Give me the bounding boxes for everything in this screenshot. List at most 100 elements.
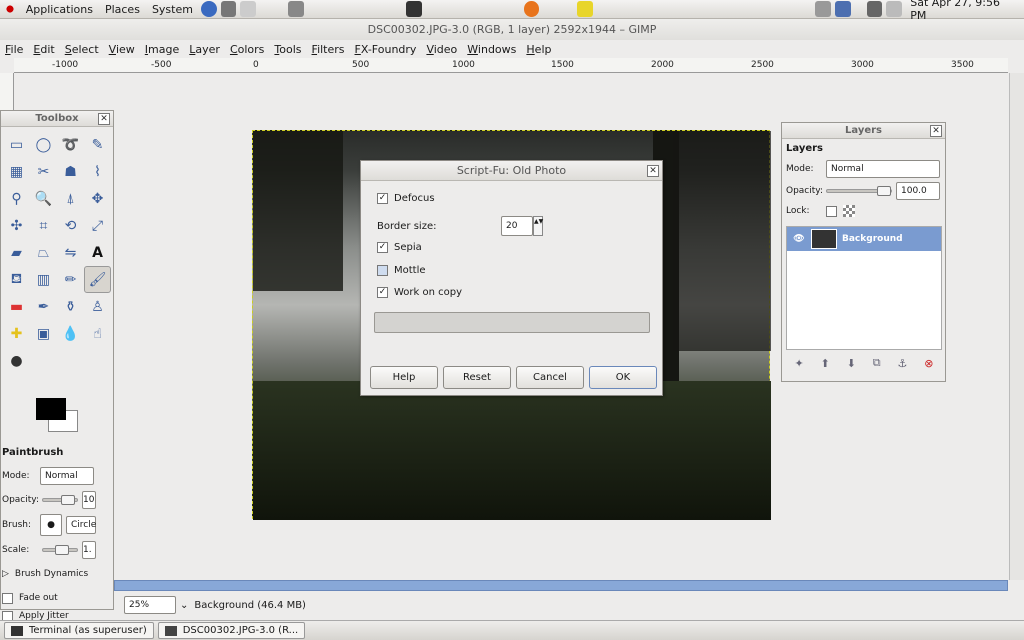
menu-filters[interactable]: Filters — [307, 43, 350, 56]
work-on-copy-row[interactable]: ✓ Work on copy — [377, 287, 462, 298]
task-terminal[interactable]: Terminal (as superuser) — [4, 622, 154, 639]
save-icon[interactable] — [288, 1, 304, 17]
menu-image[interactable]: Image — [140, 43, 184, 56]
paths-icon[interactable]: ⌇ — [84, 158, 111, 185]
paintbrush-icon[interactable]: 🖌 — [84, 266, 111, 293]
scale-icon[interactable]: ⤢ — [84, 212, 111, 239]
horizontal-ruler[interactable]: -1000 -500 0 500 1000 1500 2000 2500 300… — [14, 58, 1008, 73]
ellipse-select-icon[interactable]: ◯ — [30, 131, 57, 158]
dodge-burn-icon[interactable]: ● — [3, 347, 30, 374]
opacity-slider[interactable] — [42, 495, 78, 505]
sepia-checkbox[interactable]: ✓ — [377, 242, 388, 253]
heal-icon[interactable]: ✚ — [3, 320, 30, 347]
lower-layer-icon[interactable]: ⬇ — [847, 357, 856, 370]
blend-icon[interactable]: ▥ — [30, 266, 57, 293]
layers-opacity-value[interactable]: 100.0 — [896, 182, 940, 200]
anchor-layer-icon[interactable]: ⚓ — [898, 357, 908, 370]
menu-tools[interactable]: Tools — [269, 43, 306, 56]
close-icon[interactable]: ✕ — [647, 165, 659, 177]
duplicate-layer-icon[interactable]: ⧉ — [873, 356, 881, 370]
cancel-button[interactable]: Cancel — [516, 366, 584, 389]
shear-icon[interactable]: ▰ — [3, 239, 30, 266]
opacity-value[interactable]: 10 — [82, 491, 96, 509]
clone-icon[interactable]: ♙ — [84, 293, 111, 320]
flip-icon[interactable]: ⇋ — [57, 239, 84, 266]
applications-menu[interactable]: Applications — [20, 3, 99, 16]
debian-icon[interactable] — [2, 1, 18, 17]
menu-video[interactable]: Video — [421, 43, 462, 56]
firefox-icon[interactable] — [523, 1, 540, 17]
menu-windows[interactable]: Windows — [462, 43, 521, 56]
fuzzy-select-icon[interactable]: ✎ — [84, 131, 111, 158]
menu-fx-foundry[interactable]: FX-Foundry — [350, 43, 422, 56]
pencil-icon[interactable]: ✏ — [57, 266, 84, 293]
eraser-icon[interactable]: ▬ — [3, 293, 30, 320]
web-browser-icon[interactable] — [200, 1, 217, 17]
menu-file[interactable]: File — [0, 43, 28, 56]
scale-slider[interactable] — [42, 545, 78, 555]
help-button[interactable]: Help — [370, 366, 438, 389]
vertical-scrollbar[interactable] — [1009, 73, 1024, 580]
color-picker-icon[interactable]: ⚲ — [3, 185, 30, 212]
bucket-fill-icon[interactable]: ⛾ — [3, 266, 30, 293]
lock-pixels-checkbox[interactable] — [826, 205, 837, 217]
perspective-icon[interactable]: ⏢ — [30, 239, 57, 266]
layers-mode-select[interactable]: Normal — [826, 160, 940, 178]
chevron-down-icon[interactable]: ⌄ — [180, 600, 188, 611]
update-icon[interactable] — [886, 1, 903, 17]
raise-layer-icon[interactable]: ⬆ — [821, 357, 830, 370]
terminal-icon[interactable] — [405, 1, 422, 17]
foreground-color-swatch[interactable] — [36, 398, 66, 420]
fade-out-row[interactable]: Fade out — [2, 586, 110, 610]
smudge-icon[interactable]: ☝ — [84, 320, 111, 347]
defocus-row[interactable]: ✓ Defocus — [377, 193, 435, 204]
fade-out-checkbox[interactable] — [2, 592, 13, 604]
text-icon[interactable]: A — [84, 239, 111, 266]
sepia-row[interactable]: ✓ Sepia — [377, 242, 422, 253]
defocus-checkbox[interactable]: ✓ — [377, 193, 388, 204]
menu-edit[interactable]: Edit — [28, 43, 59, 56]
menu-layer[interactable]: Layer — [184, 43, 225, 56]
rotate-icon[interactable]: ⟲ — [57, 212, 84, 239]
move-icon[interactable]: ✥ — [84, 185, 111, 212]
crop-icon[interactable]: ⌗ — [30, 212, 57, 239]
close-icon[interactable]: ✕ — [98, 113, 110, 125]
scissors-icon[interactable]: ✂ — [30, 158, 57, 185]
brush-preview[interactable]: ● — [40, 514, 62, 536]
display-icon[interactable] — [834, 1, 851, 17]
foreground-select-icon[interactable]: ☗ — [57, 158, 84, 185]
reset-button[interactable]: Reset — [443, 366, 511, 389]
close-icon[interactable]: ✕ — [930, 125, 942, 137]
border-size-input[interactable]: 20 — [501, 216, 533, 236]
ok-button[interactable]: OK — [589, 366, 657, 389]
brush-dynamics-expander[interactable]: ▷ Brush Dynamics — [2, 562, 110, 586]
airbrush-icon[interactable]: ✒ — [30, 293, 57, 320]
measure-icon[interactable]: ⍋ — [57, 185, 84, 212]
volume-icon[interactable] — [815, 1, 831, 17]
menu-select[interactable]: Select — [60, 43, 104, 56]
delete-layer-icon[interactable]: ⊗ — [924, 357, 933, 370]
perspective-clone-icon[interactable]: ▣ — [30, 320, 57, 347]
network-status-icon[interactable] — [866, 1, 883, 17]
menu-view[interactable]: View — [104, 43, 140, 56]
zoom-icon[interactable]: 🔍 — [30, 185, 57, 212]
mottle-checkbox[interactable] — [377, 265, 388, 276]
layers-opacity-slider[interactable] — [826, 186, 892, 196]
rect-select-icon[interactable]: ▭ — [3, 131, 30, 158]
alpha-lock-icon[interactable] — [843, 205, 855, 217]
work-on-copy-checkbox[interactable]: ✓ — [377, 287, 388, 298]
task-gimp[interactable]: DSC00302.JPG-3.0 (R... — [157, 622, 306, 639]
network-icon[interactable] — [240, 1, 257, 17]
places-menu[interactable]: Places — [99, 3, 146, 16]
scale-value[interactable]: 1. — [82, 541, 96, 559]
lasso-icon[interactable]: ➰ — [57, 131, 84, 158]
new-layer-icon[interactable]: ✦ — [794, 357, 803, 370]
menu-help[interactable]: Help — [521, 43, 556, 56]
horizontal-scrollbar[interactable] — [114, 580, 1008, 591]
brush-name[interactable]: Circle — [66, 516, 96, 534]
visibility-eye-icon[interactable]: 👁 — [787, 234, 811, 244]
gimp-icon[interactable] — [220, 1, 237, 17]
system-menu[interactable]: System — [146, 3, 199, 16]
align-icon[interactable]: ✣ — [3, 212, 30, 239]
menu-colors[interactable]: Colors — [225, 43, 269, 56]
